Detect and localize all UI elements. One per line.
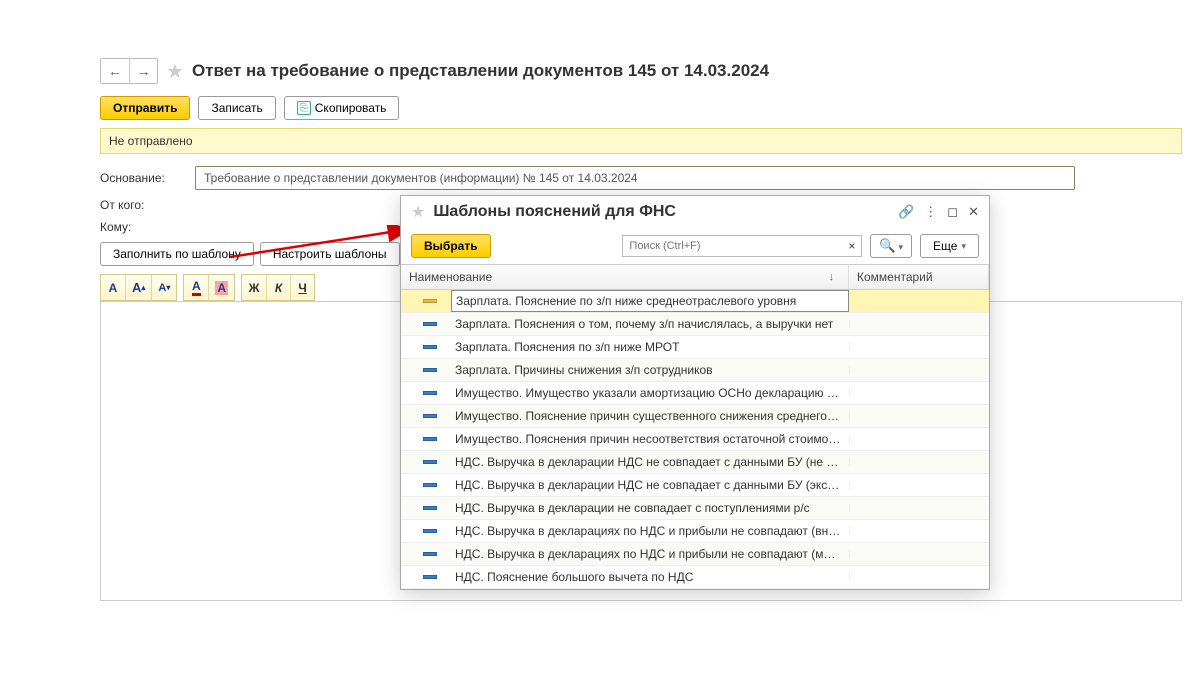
table-row[interactable]: Имущество. Пояснение причин существенног… [401, 405, 989, 428]
row-name: Имущество. Имущество указали амортизацию… [451, 382, 849, 404]
font-button[interactable]: А [101, 275, 125, 300]
doc-icon [423, 365, 443, 375]
font-size-down-button[interactable]: А▾ [151, 275, 176, 300]
row-comment [849, 504, 989, 512]
kebab-icon[interactable]: ⋮ [924, 204, 937, 220]
favorite-star-icon[interactable]: ★ [166, 59, 184, 84]
row-name: НДС. Пояснение большого вычета по НДС [451, 566, 849, 588]
table-row[interactable]: Имущество. Имущество указали амортизацию… [401, 382, 989, 405]
sort-down-icon: ↓ [829, 271, 841, 283]
doc-icon [423, 572, 443, 582]
dialog-star-icon[interactable]: ★ [411, 202, 425, 222]
dialog-title: Шаблоны пояснений для ФНС [433, 203, 890, 221]
nav-back-button[interactable]: ← [101, 59, 129, 83]
table-row[interactable]: Зарплата. Причины снижения з/п сотрудник… [401, 359, 989, 382]
table-row[interactable]: Зарплата. Пояснение по з/п ниже среднеот… [401, 290, 989, 313]
row-name: Зарплата. Причины снижения з/п сотрудник… [451, 359, 849, 381]
doc-icon [423, 503, 443, 513]
table-row[interactable]: НДС. Выручка в декларации НДС не совпада… [401, 451, 989, 474]
row-comment [849, 481, 989, 489]
row-name: Имущество. Пояснение причин существенног… [451, 405, 849, 427]
templates-dialog: ★ Шаблоны пояснений для ФНС 🔗 ⋮ ◻ ✕ Выбр… [400, 195, 990, 590]
row-comment [849, 527, 989, 535]
row-comment [849, 435, 989, 443]
setup-templates-button[interactable]: Настроить шаблоны [260, 242, 400, 266]
row-name: НДС. Выручка в декларации НДС не совпада… [451, 474, 849, 496]
doc-icon [423, 296, 443, 306]
row-name: Зарплата. Пояснения по з/п ниже МРОТ [451, 336, 849, 358]
search-input[interactable] [622, 235, 842, 257]
bold-button[interactable]: Ж [242, 275, 266, 300]
row-comment [849, 343, 989, 351]
row-name: НДС. Выручка в декларации НДС не совпада… [451, 451, 849, 473]
row-name: Зарплата. Пояснения о том, почему з/п на… [451, 313, 849, 335]
close-icon[interactable]: ✕ [968, 204, 979, 220]
row-comment [849, 320, 989, 328]
select-button[interactable]: Выбрать [411, 234, 491, 258]
row-comment [849, 550, 989, 558]
table-row[interactable]: Имущество. Пояснения причин несоответств… [401, 428, 989, 451]
nav-forward-button[interactable]: → [129, 59, 157, 83]
status-badge: Не отправлено [100, 128, 1182, 154]
doc-icon [423, 549, 443, 559]
italic-button[interactable]: К [266, 275, 290, 300]
table-row[interactable]: НДС. Выручка в декларациях по НДС и приб… [401, 520, 989, 543]
from-label: От кого: [100, 198, 195, 212]
column-header-name[interactable]: Наименование ↓ [401, 265, 849, 289]
save-button[interactable]: Записать [198, 96, 275, 120]
row-comment [849, 366, 989, 374]
doc-icon [423, 342, 443, 352]
window-icon[interactable]: ◻ [947, 204, 958, 220]
row-name: НДС. Выручка в декларации не совпадает с… [451, 497, 849, 519]
row-comment [849, 458, 989, 466]
doc-icon [423, 457, 443, 467]
search-icon-button[interactable]: 🔍 [870, 234, 912, 258]
font-size-up-button[interactable]: А▴ [125, 275, 151, 300]
page-title: Ответ на требование о представлении доку… [192, 61, 769, 81]
table-row[interactable]: НДС. Выручка в декларациях по НДС и приб… [401, 543, 989, 566]
doc-icon [423, 388, 443, 398]
row-comment [849, 573, 989, 581]
table-row[interactable]: НДС. Выручка в декларации НДС не совпада… [401, 474, 989, 497]
table-row[interactable]: НДС. Пояснение большого вычета по НДС [401, 566, 989, 589]
row-name: НДС. Выручка в декларациях по НДС и приб… [451, 543, 849, 565]
more-button[interactable]: Еще [920, 234, 979, 258]
doc-icon [423, 480, 443, 490]
copy-button[interactable]: ⎘ Скопировать [284, 96, 400, 120]
basis-input[interactable]: Требование о представлении документов (и… [195, 166, 1075, 190]
table-row[interactable]: Зарплата. Пояснения по з/п ниже МРОТ [401, 336, 989, 359]
underline-button[interactable]: Ч [290, 275, 314, 300]
link-icon[interactable]: 🔗 [898, 204, 914, 220]
doc-icon [423, 434, 443, 444]
row-name: Имущество. Пояснения причин несоответств… [451, 428, 849, 450]
fill-by-template-button[interactable]: Заполнить по шаблону [100, 242, 254, 266]
copy-button-label: Скопировать [315, 101, 387, 115]
table-row[interactable]: Зарплата. Пояснения о том, почему з/п на… [401, 313, 989, 336]
to-label: Кому: [100, 220, 195, 234]
row-comment [849, 412, 989, 420]
doc-icon [423, 411, 443, 421]
doc-icon [423, 526, 443, 536]
row-name: Зарплата. Пояснение по з/п ниже среднеот… [451, 290, 849, 312]
table-row[interactable]: НДС. Выручка в декларации не совпадает с… [401, 497, 989, 520]
row-comment [849, 297, 989, 305]
font-color-button[interactable]: А [184, 275, 208, 300]
send-button[interactable]: Отправить [100, 96, 190, 120]
doc-icon [423, 319, 443, 329]
row-comment [849, 389, 989, 397]
search-clear-button[interactable]: × [842, 235, 862, 257]
copy-icon: ⎘ [297, 101, 311, 115]
basis-label: Основание: [100, 171, 195, 185]
column-header-comment[interactable]: Комментарий [849, 265, 989, 289]
font-highlight-button[interactable]: А [208, 275, 234, 300]
row-name: НДС. Выручка в декларациях по НДС и приб… [451, 520, 849, 542]
